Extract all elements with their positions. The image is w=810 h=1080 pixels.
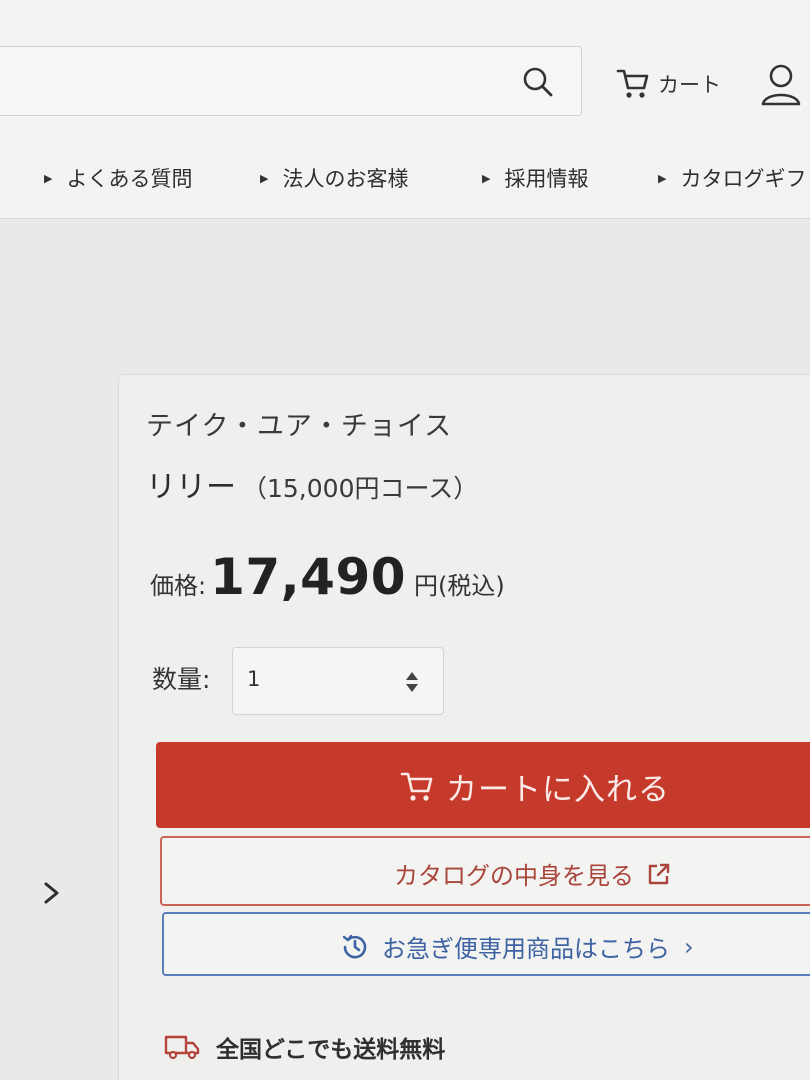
global-nav: ▶ よくある質問 ▶ 法人のお客様 ▶ 採用情報 ▶ カタログギフ [0, 156, 810, 200]
nav-item-label: 法人のお客様 [282, 167, 409, 191]
nav-item-label: よくある質問 [66, 167, 193, 191]
search-button[interactable] [512, 56, 564, 108]
add-to-cart-label: カートに入れる [446, 772, 670, 808]
quantity-label: 数量: [152, 665, 211, 694]
product-course: （15,000円コース） [242, 474, 479, 503]
add-to-cart-button[interactable]: カートに入れる [156, 742, 810, 828]
cart-icon [400, 772, 433, 801]
view-catalog-label: カタログの中身を見る [394, 862, 634, 890]
nav-item-label: カタログギフ [680, 167, 807, 191]
nav-item-label: 採用情報 [504, 167, 589, 191]
nav-item-faq[interactable]: ▶ よくある質問 [44, 156, 192, 200]
product-title: リリー （15,000円コース） [146, 462, 478, 506]
price-label: 価格: [150, 572, 207, 600]
price-unit: 円 [414, 572, 439, 600]
site-header: カート ▶ よくある質問 ▶ 法人のお客様 ▶ 採用情報 ▶ カタログギフ [0, 0, 810, 219]
user-icon [761, 64, 801, 106]
express-delivery-content: お急ぎ便専用商品はこちら › [340, 929, 694, 964]
nav-item-corporate[interactable]: ▶ 法人のお客様 [260, 156, 408, 200]
quantity-value: 1 [247, 667, 261, 691]
product-brand: テイク・ユア・チョイス [146, 411, 453, 442]
chevron-right-icon: › [684, 932, 694, 961]
price-value: 17,490 [210, 548, 407, 606]
price-row: 価格: 17,490 円 (税込) [150, 548, 505, 606]
external-link-icon [648, 863, 670, 884]
product-name: リリー [146, 470, 236, 505]
nav-item-catalog-gift[interactable]: ▶ カタログギフ [658, 156, 806, 200]
page: カート ▶ よくある質問 ▶ 法人のお客様 ▶ 採用情報 ▶ カタログギフ テイ… [0, 0, 810, 1080]
search-input[interactable] [0, 46, 582, 116]
cart-link[interactable]: カート [616, 62, 721, 106]
express-delivery-label: お急ぎ便専用商品はこちら [382, 935, 670, 963]
add-to-cart-content: カートに入れる [400, 764, 670, 809]
truck-icon [164, 1035, 200, 1060]
caret-right-icon: ▶ [260, 171, 269, 185]
view-catalog-content: カタログの中身を見る [394, 856, 672, 891]
express-delivery-button[interactable]: お急ぎ便専用商品はこちら › [162, 912, 810, 976]
account-button[interactable] [758, 62, 804, 108]
chevron-right-icon[interactable] [40, 878, 64, 908]
sort-arrows-icon [406, 672, 418, 692]
free-shipping-label: 全国どこでも送料無料 [216, 1037, 446, 1063]
cart-label: カート [658, 73, 721, 97]
search-icon [523, 67, 553, 97]
cart-icon [616, 69, 649, 98]
nav-item-recruit[interactable]: ▶ 採用情報 [482, 156, 588, 200]
view-catalog-button[interactable]: カタログの中身を見る [160, 836, 810, 906]
price-tax-note: (税込) [438, 572, 505, 600]
caret-right-icon: ▶ [44, 171, 53, 185]
free-shipping-note: 全国どこでも送料無料 [164, 1030, 445, 1064]
caret-right-icon: ▶ [482, 171, 491, 185]
quantity-select[interactable]: 1 [232, 647, 444, 715]
caret-right-icon: ▶ [658, 171, 667, 185]
clock-icon [342, 934, 367, 958]
